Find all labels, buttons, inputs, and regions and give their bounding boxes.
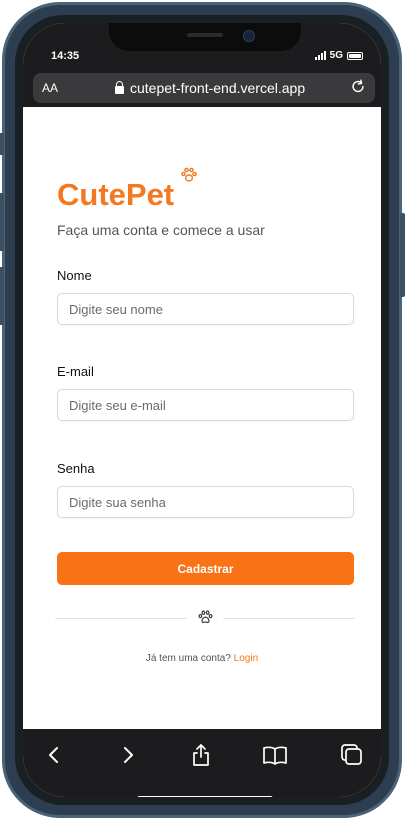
bookmarks-icon[interactable] <box>261 743 289 767</box>
front-camera <box>243 30 255 42</box>
volume-up-button <box>0 193 4 251</box>
login-link[interactable]: Login <box>234 653 258 664</box>
email-input[interactable] <box>57 389 354 421</box>
brand-logo: CutePet <box>57 177 175 212</box>
name-label: Nome <box>57 268 92 283</box>
divider-line-left <box>55 618 187 619</box>
text-size-button[interactable]: AA <box>42 81 58 95</box>
login-prompt: Já tem uma conta? Login <box>23 653 381 664</box>
back-icon[interactable] <box>41 743 69 767</box>
screen: 14:35 5G AA cutepet-front-end.vercel.app <box>23 23 381 797</box>
network-label: 5G <box>329 50 343 61</box>
page-subtitle: Faça uma conta e comece a usar <box>57 222 265 238</box>
password-input[interactable] <box>57 486 354 518</box>
url-text: cutepet-front-end.vercel.app <box>130 80 306 96</box>
battery-icon <box>347 51 363 60</box>
page-content: CutePet Faça uma conta e comece a usar N… <box>23 107 381 729</box>
divider-line-right <box>223 618 355 619</box>
speaker-grille <box>187 33 223 37</box>
tabs-icon[interactable] <box>337 743 365 767</box>
browser-bottom-toolbar <box>23 729 381 797</box>
lock-icon <box>115 81 124 94</box>
address-bar[interactable]: AA cutepet-front-end.vercel.app <box>33 73 375 103</box>
signal-icon <box>314 51 326 60</box>
mute-switch <box>0 133 4 155</box>
status-time: 14:35 <box>51 50 80 62</box>
email-label: E-mail <box>57 364 94 379</box>
volume-down-button <box>0 267 4 325</box>
url-display[interactable]: cutepet-front-end.vercel.app <box>115 80 305 96</box>
password-label: Senha <box>57 461 95 476</box>
phone-frame: 14:35 5G AA cutepet-front-end.vercel.app <box>0 2 405 818</box>
name-input[interactable] <box>57 293 354 325</box>
share-icon[interactable] <box>187 743 215 767</box>
register-button[interactable]: Cadastrar <box>57 552 354 585</box>
paw-icon <box>181 167 197 182</box>
browser-top-chrome: 14:35 5G AA cutepet-front-end.vercel.app <box>23 23 381 107</box>
phone-bezel: 14:35 5G AA cutepet-front-end.vercel.app <box>15 15 389 805</box>
forward-icon[interactable] <box>113 743 141 767</box>
power-button <box>400 213 405 297</box>
login-prompt-text: Já tem uma conta? <box>145 653 231 664</box>
paw-divider-icon <box>198 610 213 624</box>
status-indicators: 5G <box>314 50 363 61</box>
home-indicator[interactable] <box>137 796 273 797</box>
notch <box>109 23 301 51</box>
reload-icon[interactable] <box>349 78 367 96</box>
